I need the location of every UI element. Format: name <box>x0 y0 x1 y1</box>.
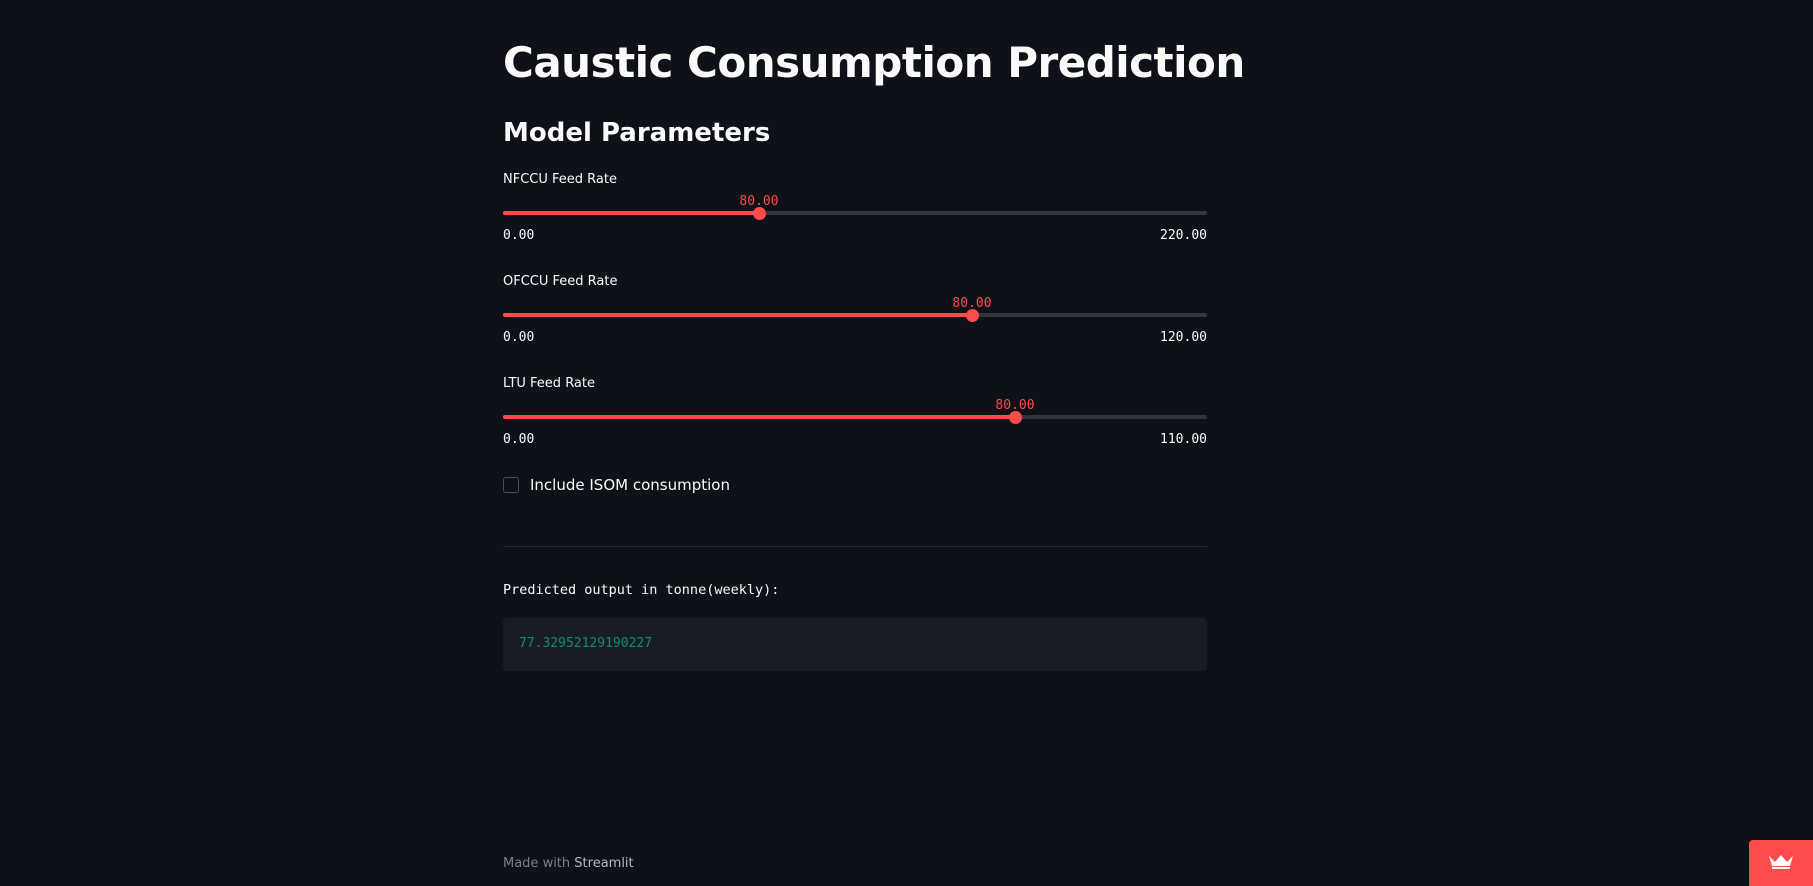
checkbox-label: Include ISOM consumption <box>530 476 730 494</box>
slider-nfccu-feed-rate: NFCCU Feed Rate 80.00 0.00 220.00 <box>503 172 1207 262</box>
streamlit-badge-button[interactable] <box>1749 840 1813 886</box>
slider-fill <box>503 313 972 317</box>
slider-track[interactable] <box>503 206 1207 220</box>
slider-track[interactable] <box>503 308 1207 322</box>
footer-prefix: Made with <box>503 856 575 871</box>
crown-icon <box>1768 853 1794 873</box>
page-title: Caustic Consumption Prediction <box>503 38 1245 87</box>
slider-fill <box>503 415 1015 419</box>
slider-min-value: 0.00 <box>503 432 535 447</box>
slider-thumb[interactable] <box>965 308 979 322</box>
slider-thumb[interactable] <box>752 206 766 220</box>
section-title: Model Parameters <box>503 118 771 148</box>
slider-max-value: 110.00 <box>1160 432 1207 447</box>
slider-thumb[interactable] <box>1008 410 1022 424</box>
slider-min-value: 0.00 <box>503 228 535 243</box>
slider-ofccu-feed-rate: OFCCU Feed Rate 80.00 0.00 120.00 <box>503 274 1207 364</box>
checkbox-box[interactable] <box>503 477 519 493</box>
divider <box>503 546 1207 547</box>
slider-min-value: 0.00 <box>503 330 535 345</box>
prediction-label: Predicted output in tonne(weekly): <box>503 582 780 598</box>
prediction-code-block: 77.32952129190227 <box>503 618 1207 671</box>
footer-brand-link[interactable]: Streamlit <box>574 856 633 871</box>
slider-ltu-feed-rate: LTU Feed Rate 80.00 0.00 110.00 <box>503 376 1207 466</box>
slider-label: LTU Feed Rate <box>503 376 595 391</box>
slider-label: NFCCU Feed Rate <box>503 172 617 187</box>
slider-max-value: 120.00 <box>1160 330 1207 345</box>
isom-checkbox[interactable]: Include ISOM consumption <box>503 476 730 494</box>
slider-track[interactable] <box>503 410 1207 424</box>
slider-fill <box>503 211 759 215</box>
prediction-value: 77.32952129190227 <box>519 636 653 651</box>
slider-max-value: 220.00 <box>1160 228 1207 243</box>
slider-label: OFCCU Feed Rate <box>503 274 618 289</box>
footer: Made with Streamlit <box>503 856 634 871</box>
